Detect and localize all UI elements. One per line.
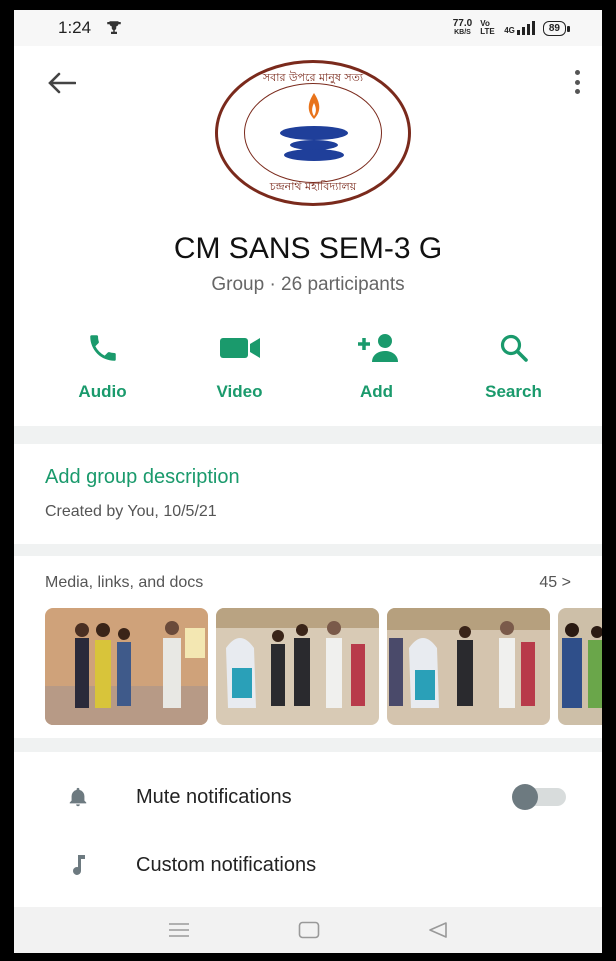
battery-indicator: 89 <box>542 20 571 36</box>
home-icon[interactable] <box>298 921 320 939</box>
media-thumbnail[interactable] <box>216 608 379 725</box>
group-avatar[interactable]: সবার উপরে মানুষ সত্য চন্দ্রনাথ মহাবিদ্যা… <box>215 60 411 206</box>
video-label: Video <box>216 382 263 401</box>
status-time: 1:24 <box>58 18 92 37</box>
custom-notifications-row[interactable]: Custom notifications <box>14 832 602 898</box>
signal-indicator: 4G <box>504 21 535 35</box>
volte-indicator: Vo LTE <box>480 19 495 36</box>
audio-call-button[interactable]: Audio <box>43 326 163 402</box>
mute-notifications-row[interactable]: Mute notifications <box>14 764 602 830</box>
search-button[interactable]: Search <box>454 326 574 402</box>
section-divider <box>14 738 602 752</box>
section-divider <box>14 544 602 556</box>
action-row: Audio Video Add Search <box>14 326 602 402</box>
add-group-description-link[interactable]: Add group description <box>45 466 571 489</box>
trophy-icon <box>107 21 121 34</box>
bell-icon <box>66 786 90 808</box>
add-participant-button[interactable]: Add <box>317 326 437 402</box>
search-label: Search <box>485 382 542 401</box>
section-divider <box>14 426 602 444</box>
media-thumbnail[interactable] <box>45 608 208 725</box>
network-speed: 77.0 KB/S <box>452 18 473 37</box>
add-label: Add <box>359 382 394 401</box>
group-description-section[interactable]: Add group description Created by You, 10… <box>14 444 602 544</box>
video-icon <box>218 326 262 370</box>
phone-screen: 1:24 77.0 KB/S Vo LTE 4G 89 সবার উপরে মান… <box>14 10 602 953</box>
back-arrow-icon[interactable] <box>48 68 77 102</box>
search-icon <box>499 326 529 370</box>
music-note-icon <box>66 853 90 877</box>
media-thumbnail[interactable] <box>387 608 550 725</box>
group-name[interactable]: CM SANS SEM-3 G <box>14 232 602 266</box>
lamp-icon <box>280 93 348 161</box>
media-section[interactable]: Media, links, and docs 45 > <box>14 556 602 738</box>
audio-label: Audio <box>78 382 127 401</box>
custom-notifications-label: Custom notifications <box>136 853 317 876</box>
video-call-button[interactable]: Video <box>180 326 300 402</box>
created-by-text: Created by You, 10/5/21 <box>45 503 217 520</box>
add-person-icon <box>354 326 400 370</box>
media-thumbnails <box>45 608 602 725</box>
notification-settings: Mute notifications Custom notifications <box>14 752 602 908</box>
media-thumbnail[interactable] <box>558 608 602 725</box>
mute-toggle[interactable] <box>512 784 566 810</box>
logo-bottom-text: চন্দ্রনাথ মহাবিদ্যালয় <box>269 180 357 193</box>
group-header: সবার উপরে মানুষ সত্য চন্দ্রনাথ মহাবিদ্যা… <box>14 46 602 426</box>
group-participants: Group · 26 participants <box>211 274 405 295</box>
phone-icon <box>86 326 120 370</box>
mute-notifications-label: Mute notifications <box>136 785 292 808</box>
media-count[interactable]: 45 > <box>539 574 571 592</box>
media-title: Media, links, and docs <box>45 574 204 591</box>
status-bar: 1:24 77.0 KB/S Vo LTE 4G 89 <box>14 10 602 46</box>
back-triangle-icon[interactable] <box>428 921 448 939</box>
more-options-icon[interactable] <box>574 70 580 94</box>
menu-icon[interactable] <box>168 922 190 938</box>
system-nav-bar <box>14 907 602 953</box>
